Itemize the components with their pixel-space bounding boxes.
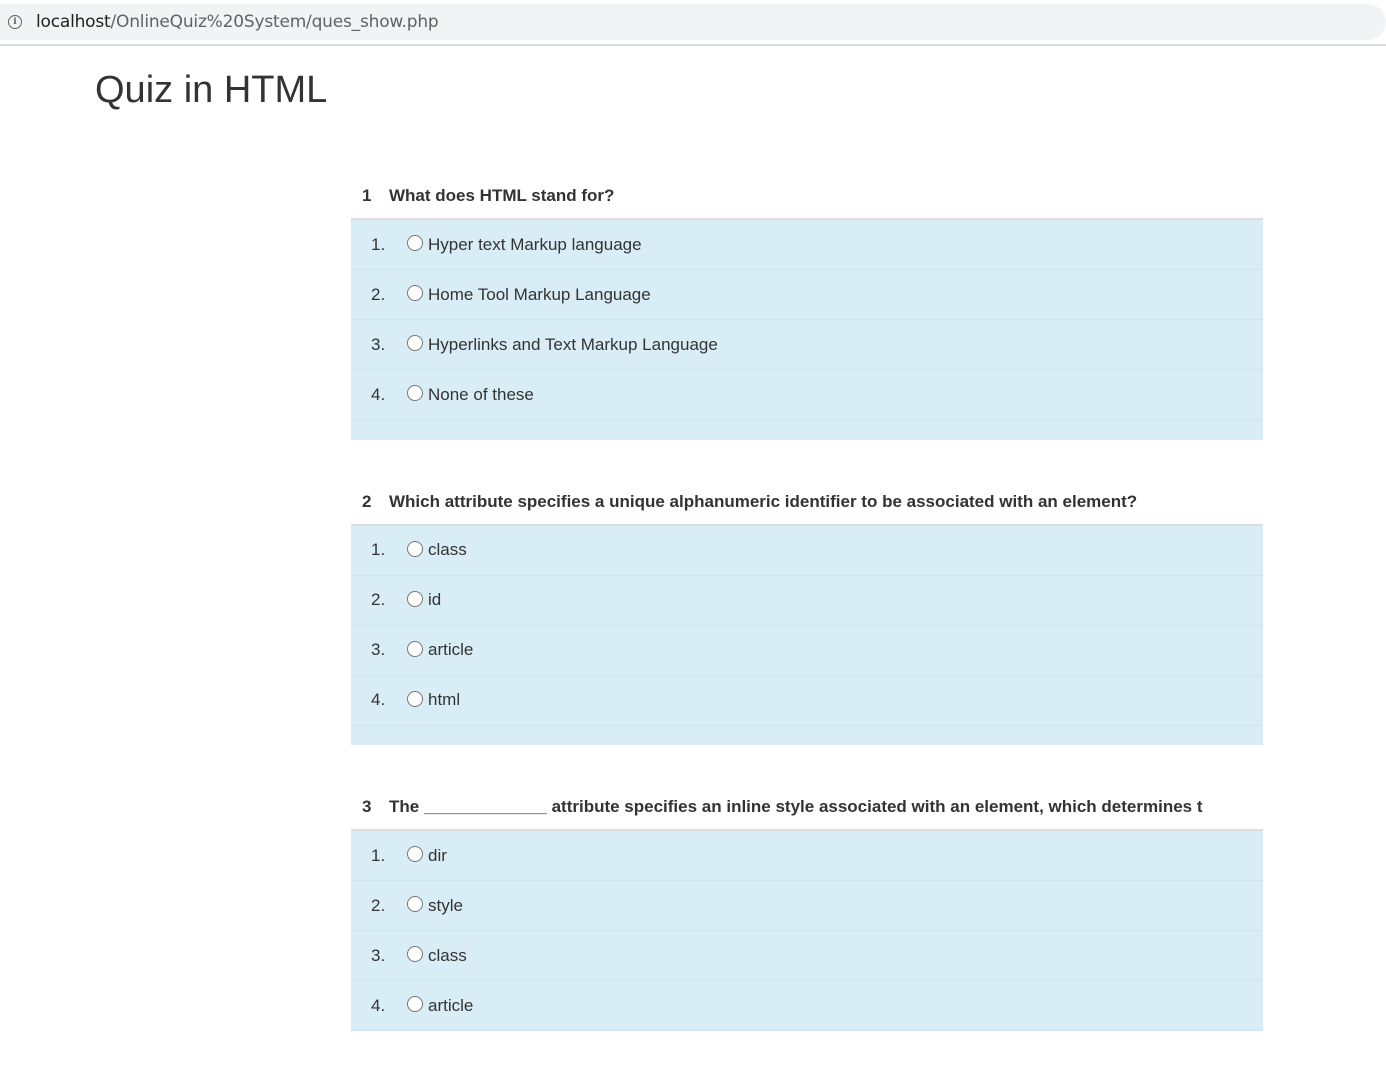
option-number: 4.: [351, 369, 407, 420]
option-row[interactable]: 2. style: [351, 880, 1263, 931]
option-row[interactable]: 4. article: [351, 980, 1263, 1031]
option-row[interactable]: 2. Home Tool Markup Language: [351, 269, 1263, 320]
option-text: class: [428, 945, 467, 965]
option-text: html: [428, 690, 461, 709]
option-row[interactable]: 4. None of these: [351, 369, 1263, 420]
option-label[interactable]: dir: [407, 831, 1263, 880]
url-text[interactable]: localhost/OnlineQuiz%20System/ques_show.…: [36, 12, 439, 32]
option-text: id: [428, 590, 442, 609]
option-text: article: [428, 640, 474, 659]
question-text: Which attribute specifies a unique alpha…: [389, 491, 1138, 511]
question-text: The _____________ attribute specifies an…: [389, 797, 1203, 816]
radio-button[interactable]: [407, 285, 423, 301]
question-heading: 3 The _____________ attribute specifies …: [351, 785, 1263, 831]
radio-button[interactable]: [407, 690, 423, 707]
toolbar-divider: [0, 44, 1386, 46]
option-label[interactable]: id: [407, 576, 1263, 625]
option-number: 3.: [351, 625, 407, 676]
option-label[interactable]: None of these: [407, 370, 1263, 419]
url-path: /OnlineQuiz%20System/ques_show.php: [110, 12, 439, 32]
option-row[interactable]: 2. id: [351, 575, 1263, 626]
info-icon[interactable]: i: [8, 15, 22, 29]
radio-button[interactable]: [407, 640, 423, 657]
option-text: None of these: [428, 384, 534, 404]
radio-button[interactable]: [407, 590, 423, 607]
option-label[interactable]: article: [407, 626, 1263, 675]
page-title: Quiz in HTML: [95, 69, 328, 111]
option-number: 1.: [351, 220, 407, 270]
question-number: 2: [362, 491, 372, 511]
option-row[interactable]: 3. class: [351, 930, 1263, 981]
option-text: dir: [428, 845, 447, 865]
radio-button[interactable]: [407, 846, 423, 862]
option-label[interactable]: style: [407, 881, 1263, 930]
option-text: style: [428, 895, 463, 915]
option-number: 3.: [351, 930, 407, 981]
radio-button[interactable]: [407, 235, 423, 251]
question-text: What does HTML stand for?: [389, 186, 615, 205]
option-label[interactable]: Home Tool Markup Language: [407, 270, 1263, 319]
option-number: 4.: [351, 675, 407, 726]
question-heading: 2 Which attribute specifies a unique alp…: [351, 480, 1263, 526]
radio-button[interactable]: [407, 335, 423, 351]
table-footer-row: [351, 725, 1263, 745]
radio-button[interactable]: [407, 946, 423, 962]
option-row[interactable]: 1. dir: [351, 831, 1263, 881]
option-row[interactable]: 3. article: [351, 625, 1263, 676]
option-label[interactable]: Hyperlinks and Text Markup Language: [407, 320, 1263, 369]
url-host: localhost: [36, 12, 111, 32]
question-block: 1 What does HTML stand for? 1. Hyper tex…: [351, 174, 1263, 440]
radio-button[interactable]: [407, 385, 423, 401]
radio-button[interactable]: [407, 540, 423, 557]
option-label[interactable]: class: [407, 931, 1263, 980]
table-footer-row: [351, 419, 1263, 440]
radio-button[interactable]: [407, 996, 423, 1012]
question-heading: 1 What does HTML stand for?: [351, 174, 1263, 220]
option-text: Hyper text Markup language: [428, 234, 642, 254]
option-row[interactable]: 4. html: [351, 675, 1263, 726]
option-number: 2.: [351, 880, 407, 931]
question-number: 3: [362, 797, 372, 816]
quiz-area: 1 What does HTML stand for? 1. Hyper tex…: [351, 174, 1263, 1071]
option-row[interactable]: 1. Hyper text Markup language: [351, 220, 1263, 270]
option-text: Home Tool Markup Language: [428, 284, 651, 304]
option-label[interactable]: article: [407, 981, 1263, 1030]
option-row[interactable]: 1. class: [351, 525, 1263, 576]
options-table: 1. Hyper text Markup language 2. Home To…: [351, 220, 1263, 440]
option-label[interactable]: Hyper text Markup language: [407, 220, 1263, 269]
option-number: 1.: [351, 525, 407, 576]
option-number: 4.: [351, 980, 407, 1031]
option-text: class: [428, 540, 467, 559]
options-table: 1. dir 2. style 3. class 4. article: [351, 831, 1263, 1031]
option-number: 2.: [351, 269, 407, 320]
option-number: 2.: [351, 575, 407, 626]
option-label[interactable]: class: [407, 526, 1263, 575]
address-bar[interactable]: i localhost/OnlineQuiz%20System/ques_sho…: [0, 4, 1386, 40]
option-text: Hyperlinks and Text Markup Language: [428, 334, 718, 354]
option-text: article: [428, 995, 474, 1015]
question-block: 3 The _____________ attribute specifies …: [351, 785, 1263, 1031]
options-table: 1. class 2. id 3. article 4. html: [351, 525, 1263, 745]
question-number: 1: [362, 186, 372, 205]
option-number: 1.: [351, 831, 407, 881]
question-block: 2 Which attribute specifies a unique alp…: [351, 480, 1263, 745]
option-label[interactable]: html: [407, 676, 1263, 725]
option-row[interactable]: 3. Hyperlinks and Text Markup Language: [351, 319, 1263, 370]
option-number: 3.: [351, 319, 407, 370]
radio-button[interactable]: [407, 896, 423, 912]
